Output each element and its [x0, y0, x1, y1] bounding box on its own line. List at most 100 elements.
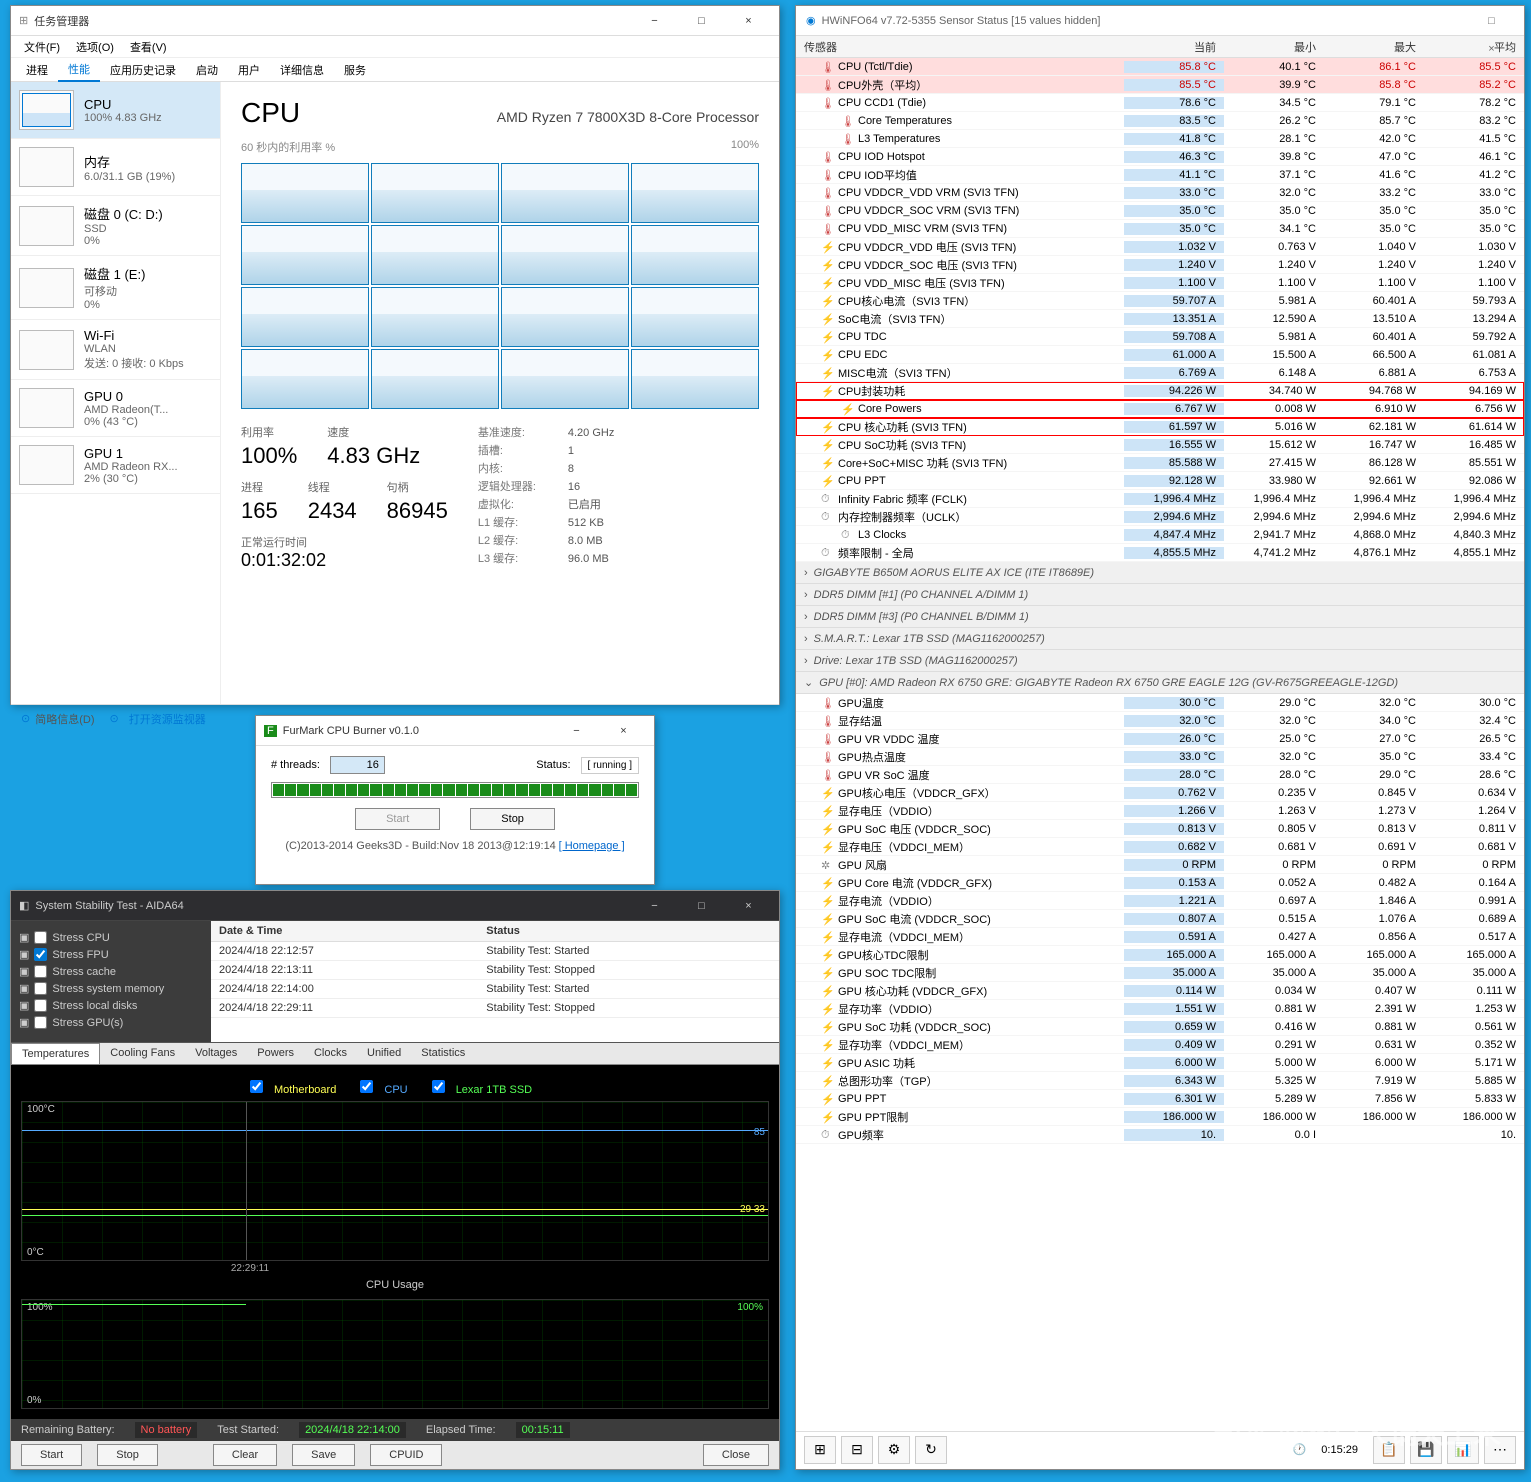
menu-item[interactable]: 选项(O) — [68, 37, 122, 57]
sensor-row[interactable]: 🌡Core Temperatures83.5 °C26.2 °C85.7 °C8… — [796, 112, 1524, 130]
menu-item[interactable]: 查看(V) — [122, 37, 175, 57]
sensor-row[interactable]: ⏱频率限制 - 全局4,855.5 MHz4,741.2 MHz4,876.1 … — [796, 544, 1524, 562]
collapse-button[interactable]: ⊟ — [841, 1436, 873, 1464]
minimize-button[interactable]: − — [632, 892, 677, 920]
sensor-row[interactable]: ⚡总图形功率（TGP）6.343 W5.325 W7.919 W5.885 W — [796, 1072, 1524, 1090]
sensor-row[interactable]: ⚡GPU PPT6.301 W5.289 W7.856 W5.833 W — [796, 1090, 1524, 1108]
sensor-row[interactable]: 🌡CPU VDDCR_SOC VRM (SVI3 TFN)35.0 °C35.0… — [796, 202, 1524, 220]
stress-check-0[interactable]: ▣ Stress CPU — [19, 929, 203, 946]
log-row[interactable]: 2024/4/18 22:13:11Stability Test: Stoppe… — [211, 961, 779, 980]
minimize-button[interactable]: − — [632, 7, 677, 35]
log-row[interactable]: 2024/4/18 22:14:00Stability Test: Starte… — [211, 980, 779, 999]
sensor-row[interactable]: ⚡CPU VDD_MISC 电压 (SVI3 TFN)1.100 V1.100 … — [796, 274, 1524, 292]
legend-check[interactable] — [432, 1080, 445, 1093]
chart-tab-5[interactable]: Unified — [357, 1043, 411, 1063]
sensor-row[interactable]: 🌡GPU VR VDDC 温度26.0 °C25.0 °C27.0 °C26.5… — [796, 730, 1524, 748]
tool-button-2[interactable]: 💾 — [1410, 1436, 1442, 1464]
tool-button-3[interactable]: 📊 — [1447, 1436, 1479, 1464]
sensor-row[interactable]: ⚡CPU封装功耗94.226 W34.740 W94.768 W94.169 W — [796, 382, 1524, 400]
sensor-row[interactable]: 🌡CPU IOD Hotspot46.3 °C39.8 °C47.0 °C46.… — [796, 148, 1524, 166]
checkbox[interactable] — [34, 948, 47, 961]
tab-3[interactable]: 启动 — [186, 59, 228, 81]
sensor-row[interactable]: ⚡GPU PPT限制186.000 W186.000 W186.000 W186… — [796, 1108, 1524, 1126]
sensor-row[interactable]: 🌡GPU VR SoC 温度28.0 °C28.0 °C29.0 °C28.6 … — [796, 766, 1524, 784]
col-avg[interactable]: 平均 — [1424, 36, 1524, 57]
clear-button[interactable]: Clear — [213, 1444, 277, 1466]
log-row[interactable]: 2024/4/18 22:29:11Stability Test: Stoppe… — [211, 999, 779, 1018]
close-button[interactable]: × — [726, 892, 771, 920]
stress-check-1[interactable]: ▣ Stress FPU — [19, 946, 203, 963]
sensor-row[interactable]: ⚡MISC电流（SVI3 TFN）6.769 A6.148 A6.881 A6.… — [796, 364, 1524, 382]
sensor-section[interactable]: DDR5 DIMM [#3] (P0 CHANNEL B/DIMM 1) — [796, 606, 1524, 628]
start-button[interactable]: Start — [21, 1444, 82, 1466]
perf-item-6[interactable]: GPU 1AMD Radeon RX...2% (30 °C) — [11, 437, 220, 494]
sensor-row[interactable]: ⚡Core Powers6.767 W0.008 W6.910 W6.756 W — [796, 400, 1524, 418]
chart-tab-2[interactable]: Voltages — [185, 1043, 247, 1063]
sensor-row[interactable]: ⚡GPU SoC 电流 (VDDCR_SOC)0.807 A0.515 A1.0… — [796, 910, 1524, 928]
sensor-row[interactable]: 🌡CPU IOD平均值41.1 °C37.1 °C41.6 °C41.2 °C — [796, 166, 1524, 184]
sensor-row[interactable]: ⚡显存电压（VDDCI_MEM）0.682 V0.681 V0.691 V0.6… — [796, 838, 1524, 856]
sensor-row[interactable]: ⚡GPU 核心功耗 (VDDCR_GFX)0.114 W0.034 W0.407… — [796, 982, 1524, 1000]
hwinfo-sensor-list[interactable]: 🌡CPU (Tctl/Tdie)85.8 °C40.1 °C86.1 °C85.… — [796, 58, 1524, 1431]
chart-tab-0[interactable]: Temperatures — [11, 1043, 100, 1064]
sensor-row[interactable]: ⚡GPU SOC TDC限制35.000 A35.000 A35.000 A35… — [796, 964, 1524, 982]
expand-button[interactable]: ⊞ — [804, 1436, 836, 1464]
refresh-button[interactable]: ↻ — [915, 1436, 947, 1464]
sensor-section[interactable]: GIGABYTE B650M AORUS ELITE AX ICE (ITE I… — [796, 562, 1524, 584]
checkbox[interactable] — [34, 965, 47, 978]
sensor-row[interactable]: ⚡GPU核心TDC限制165.000 A165.000 A165.000 A16… — [796, 946, 1524, 964]
sensor-row[interactable]: ⚡GPU SoC 电压 (VDDCR_SOC)0.813 V0.805 V0.8… — [796, 820, 1524, 838]
chart-tab-4[interactable]: Clocks — [304, 1043, 357, 1063]
sensor-row[interactable]: ⚡CPU TDC59.708 A5.981 A60.401 A59.792 A — [796, 328, 1524, 346]
sensor-row[interactable]: ⚡CPU 核心功耗 (SVI3 TFN)61.597 W5.016 W62.18… — [796, 418, 1524, 436]
perf-item-3[interactable]: 磁盘 1 (E:)可移动0% — [11, 256, 220, 320]
cpuid-button[interactable]: CPUID — [370, 1444, 442, 1466]
sensor-row[interactable]: ⚡显存功率（VDDCI_MEM）0.409 W0.291 W0.631 W0.3… — [796, 1036, 1524, 1054]
maximize-button[interactable]: □ — [679, 7, 724, 35]
minimize-button[interactable]: − — [554, 717, 599, 745]
checkbox[interactable] — [34, 999, 47, 1012]
homepage-link[interactable]: [ Homepage ] — [559, 840, 625, 852]
sensor-section[interactable]: DDR5 DIMM [#1] (P0 CHANNEL A/DIMM 1) — [796, 584, 1524, 606]
sensor-row[interactable]: ⚡CPU VDDCR_SOC 电压 (SVI3 TFN)1.240 V1.240… — [796, 256, 1524, 274]
sensor-row[interactable]: ⚡显存功率（VDDIO）1.551 W0.881 W2.391 W1.253 W — [796, 1000, 1524, 1018]
maximize-button[interactable]: □ — [679, 892, 724, 920]
col-sensor[interactable]: 传感器 — [796, 36, 1124, 57]
sensor-row[interactable]: 🌡CPU外壳（平均）85.5 °C39.9 °C85.8 °C85.2 °C — [796, 76, 1524, 94]
threads-input[interactable] — [330, 756, 385, 774]
checkbox[interactable] — [34, 982, 47, 995]
close-button[interactable]: × — [601, 717, 646, 745]
stress-check-3[interactable]: ▣ Stress system memory — [19, 980, 203, 997]
sensor-row[interactable]: ⚡GPU ASIC 功耗6.000 W5.000 W6.000 W5.171 W — [796, 1054, 1524, 1072]
col-min[interactable]: 最小 — [1224, 36, 1324, 57]
sensor-row[interactable]: ⏱Infinity Fabric 频率 (FCLK)1,996.4 MHz1,9… — [796, 490, 1524, 508]
sensor-row[interactable]: ⚡CPU SoC功耗 (SVI3 TFN)16.555 W15.612 W16.… — [796, 436, 1524, 454]
sensor-row[interactable]: ⏱GPU频率10.0.0 I10. — [796, 1126, 1524, 1144]
checkbox[interactable] — [34, 931, 47, 944]
sensor-row[interactable]: ⚡显存电流（VDDCI_MEM）0.591 A0.427 A0.856 A0.5… — [796, 928, 1524, 946]
gpu-section[interactable]: GPU [#0]: AMD Radeon RX 6750 GRE: GIGABY… — [796, 672, 1524, 694]
sensor-row[interactable]: 🌡GPU热点温度33.0 °C32.0 °C35.0 °C33.4 °C — [796, 748, 1524, 766]
sensor-row[interactable]: ⚡显存电压（VDDIO）1.266 V1.263 V1.273 V1.264 V — [796, 802, 1524, 820]
perf-item-4[interactable]: Wi-FiWLAN发送: 0 接收: 0 Kbps — [11, 320, 220, 380]
stress-check-2[interactable]: ▣ Stress cache — [19, 963, 203, 980]
tool-button-1[interactable]: 📋 — [1373, 1436, 1405, 1464]
sensor-row[interactable]: ⚡显存电流（VDDIO）1.221 A0.697 A1.846 A0.991 A — [796, 892, 1524, 910]
sensor-row[interactable]: ⚡SoC电流（SVI3 TFN）13.351 A12.590 A13.510 A… — [796, 310, 1524, 328]
sensor-section[interactable]: S.M.A.R.T.: Lexar 1TB SSD (MAG1162000257… — [796, 628, 1524, 650]
sensor-row[interactable]: ✲GPU 风扇0 RPM0 RPM0 RPM0 RPM — [796, 856, 1524, 874]
chart-tab-3[interactable]: Powers — [247, 1043, 304, 1063]
fewer-details-button[interactable]: 简略信息(D) — [35, 711, 94, 727]
legend-check[interactable] — [250, 1080, 263, 1093]
maximize-button[interactable]: □ — [1469, 7, 1514, 35]
tab-1[interactable]: 性能 — [58, 58, 100, 82]
checkbox[interactable] — [34, 1016, 47, 1029]
perf-item-1[interactable]: 内存6.0/31.1 GB (19%) — [11, 139, 220, 196]
chart-tab-1[interactable]: Cooling Fans — [100, 1043, 185, 1063]
legend-check[interactable] — [360, 1080, 373, 1093]
sensor-row[interactable]: 🌡CPU VDD_MISC VRM (SVI3 TFN)35.0 °C34.1 … — [796, 220, 1524, 238]
sensor-row[interactable]: ⚡GPU Core 电流 (VDDCR_GFX)0.153 A0.052 A0.… — [796, 874, 1524, 892]
sensor-row[interactable]: ⚡GPU核心电压（VDDCR_GFX）0.762 V0.235 V0.845 V… — [796, 784, 1524, 802]
sensor-section[interactable]: Drive: Lexar 1TB SSD (MAG1162000257) — [796, 650, 1524, 672]
sensor-row[interactable]: ⚡CPU VDDCR_VDD 电压 (SVI3 TFN)1.032 V0.763… — [796, 238, 1524, 256]
